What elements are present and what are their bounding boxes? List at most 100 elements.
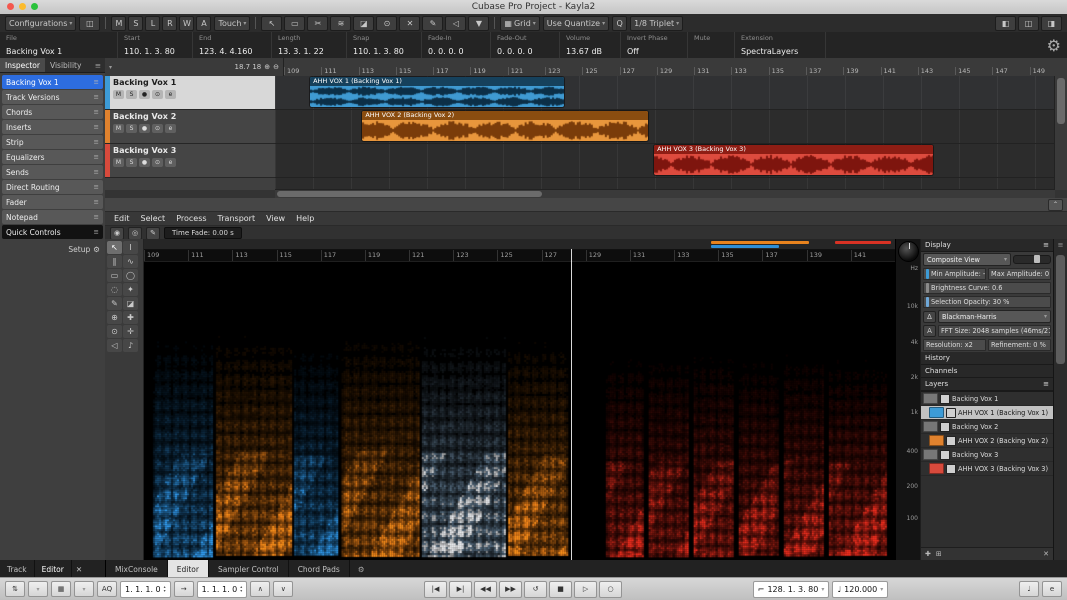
automation-mode-dropdown[interactable]: Touch ▾: [214, 16, 250, 31]
track-lane[interactable]: AHH VOX 2 (Backing Vox 2): [275, 110, 1055, 144]
track-lane[interactable]: AHH VOX 1 (Backing Vox 1): [275, 76, 1055, 110]
layer-group-backing-vox-3[interactable]: Backing Vox 3: [921, 448, 1053, 462]
horizontal-scrollbar[interactable]: [275, 189, 1055, 198]
position-stepper[interactable]: ▴▾: [240, 585, 242, 593]
editor-vertical-scrollbar[interactable]: ≡: [1053, 239, 1067, 560]
picker-button[interactable]: ✎: [146, 227, 160, 240]
add-layer-button[interactable]: ✚: [925, 550, 931, 558]
info-field-file[interactable]: File Backing Vox 1: [0, 32, 118, 58]
info-field-fade-out[interactable]: Fade-Out0. 0. 0. 0: [491, 32, 560, 58]
track-header-backing-vox-3[interactable]: Backing Vox 3MS●⊙e: [105, 144, 275, 178]
resolution-field[interactable]: Resolution: x2: [923, 339, 986, 351]
inspector-section-inserts[interactable]: Inserts≡: [2, 120, 103, 134]
info-field-volume[interactable]: Volume13.67 dB: [560, 32, 621, 58]
inspector-section-track-versions[interactable]: Track Versions≡: [2, 90, 103, 104]
delete-layer-button[interactable]: ✕: [1043, 550, 1049, 558]
automation-m-button[interactable]: M: [111, 16, 126, 31]
inspector-section-direct-routing[interactable]: Direct Routing≡: [2, 180, 103, 194]
monitor-button[interactable]: ⊙: [152, 90, 163, 99]
play-button[interactable]: ▷: [574, 581, 597, 598]
close-editor-tab-button[interactable]: ✕: [72, 560, 86, 578]
inspector-setup[interactable]: Setup ⚙: [0, 242, 105, 257]
tab-visibility[interactable]: Visibility: [45, 58, 86, 72]
rewind-button[interactable]: ◀◀: [474, 581, 497, 598]
brush-tool[interactable]: ✎: [107, 297, 122, 310]
close-window-button[interactable]: [7, 3, 14, 10]
layer-visibility-checkbox[interactable]: [940, 394, 950, 404]
track-lane[interactable]: AHH VOX 3 (Backing Vox 3): [275, 144, 1055, 178]
metronome-click-button[interactable]: ♩: [1019, 581, 1039, 597]
monitor-button[interactable]: ⊙: [152, 124, 163, 133]
punch-out-button[interactable]: ∨: [273, 581, 293, 597]
record-arm-button[interactable]: ●: [139, 158, 150, 167]
right-zone-toggle-button[interactable]: ◨: [1041, 16, 1062, 31]
zone-tab-track[interactable]: Track: [0, 560, 35, 578]
time-fade-display[interactable]: Time Fade: 0.00 s: [164, 227, 242, 239]
zoom-tool[interactable]: ⊙: [107, 325, 122, 338]
use-quantize-button[interactable]: Use Quantize ▾: [543, 16, 609, 31]
solo-button[interactable]: S: [126, 90, 137, 99]
goto-end-button[interactable]: ▶|: [449, 581, 472, 598]
group-layer-button[interactable]: ⊞: [936, 550, 942, 558]
frequency-selection-tool[interactable]: ∥: [107, 255, 122, 268]
range-selection-icon[interactable]: ▭: [284, 16, 305, 31]
inspector-section-quick-controls[interactable]: Quick Controls≡: [2, 225, 103, 239]
secondary-position-display[interactable]: 1. 1. 1. 0 ▴▾: [197, 581, 248, 598]
playback-tool[interactable]: ◁: [107, 339, 122, 352]
tab-editor[interactable]: Editor: [168, 560, 209, 578]
scrollbar-thumb[interactable]: [277, 191, 542, 197]
solo-button[interactable]: S: [126, 124, 137, 133]
vertical-scrollbar[interactable]: [1054, 76, 1067, 190]
quantize-q-button[interactable]: Q: [612, 16, 627, 31]
transform-tool[interactable]: ↖: [107, 241, 122, 254]
snap-type-button[interactable]: ▦: [51, 581, 71, 597]
nav-dropdown-button[interactable]: ▾: [28, 581, 48, 597]
record-arm-button[interactable]: ●: [139, 124, 150, 133]
scrollbar-thumb[interactable]: [1056, 255, 1065, 364]
automation-s-button[interactable]: S: [128, 16, 143, 31]
lasso-selection-tool[interactable]: ◌: [107, 283, 122, 296]
object-selection-icon[interactable]: ↖: [261, 16, 282, 31]
glue-icon[interactable]: ≋: [330, 16, 351, 31]
info-field-start[interactable]: Start110. 1. 3. 80: [118, 32, 193, 58]
track-header-backing-vox-1[interactable]: Backing Vox 1MS●⊙e: [105, 76, 275, 110]
min-amplitude-field[interactable]: Min Amplitude: -96 dB: [923, 268, 986, 280]
layer-visibility-checkbox[interactable]: [946, 464, 956, 474]
split-icon[interactable]: ✂: [307, 16, 328, 31]
zoom-out-icon[interactable]: ⊖: [273, 63, 279, 71]
forward-button[interactable]: ▶▶: [499, 581, 522, 598]
invert-selection-button[interactable]: ◎: [128, 227, 142, 240]
magic-wand-tool[interactable]: ✦: [123, 283, 138, 296]
tab-mixconsole[interactable]: MixConsole: [106, 560, 168, 578]
tab-chord-pads[interactable]: Chord Pads: [289, 560, 350, 578]
layer-visibility-checkbox[interactable]: [946, 408, 956, 418]
inspector-section-strip[interactable]: Strip≡: [2, 135, 103, 149]
info-line-setup[interactable]: ⚙: [1041, 32, 1067, 58]
mute-button[interactable]: M: [113, 90, 124, 99]
solo-button[interactable]: S: [126, 158, 137, 167]
chevron-down-icon[interactable]: ▾: [109, 64, 112, 71]
display-panel-header[interactable]: Display ≡: [921, 239, 1053, 252]
mute-button[interactable]: M: [113, 124, 124, 133]
measure-tool[interactable]: ♪: [123, 339, 138, 352]
inspector-section-sends[interactable]: Sends≡: [2, 165, 103, 179]
autoscroll-button[interactable]: →: [174, 581, 194, 597]
editor-e-button[interactable]: e: [1042, 581, 1062, 597]
info-field-length[interactable]: Length13. 3. 1. 22: [272, 32, 347, 58]
lower-zone-setup-button[interactable]: ⚙: [350, 560, 373, 578]
position-stepper[interactable]: ▴▾: [164, 585, 166, 593]
info-field-end[interactable]: End123. 4. 4.160: [193, 32, 272, 58]
layer-ahh-vox-3-backing-vox-3[interactable]: AHH VOX 3 (Backing Vox 3): [921, 462, 1053, 476]
record-button[interactable]: ○: [599, 581, 622, 598]
info-field-mute[interactable]: Mute: [688, 32, 735, 58]
clone-stamp-tool[interactable]: ⊕: [107, 311, 122, 324]
inspector-section-equalizers[interactable]: Equalizers≡: [2, 150, 103, 164]
refinement-field[interactable]: Refinement: 0 %: [988, 339, 1051, 351]
elliptical-selection-tool[interactable]: ◯: [123, 269, 138, 282]
mute-button[interactable]: M: [113, 158, 124, 167]
editor-overview-bar[interactable]: [144, 239, 895, 250]
time-selection-tool[interactable]: I: [123, 241, 138, 254]
menu-edit[interactable]: Edit: [114, 214, 130, 223]
menu-transport[interactable]: Transport: [218, 214, 256, 223]
arrange-ruler[interactable]: 1091111131151171191211231251271291311331…: [284, 58, 1067, 76]
